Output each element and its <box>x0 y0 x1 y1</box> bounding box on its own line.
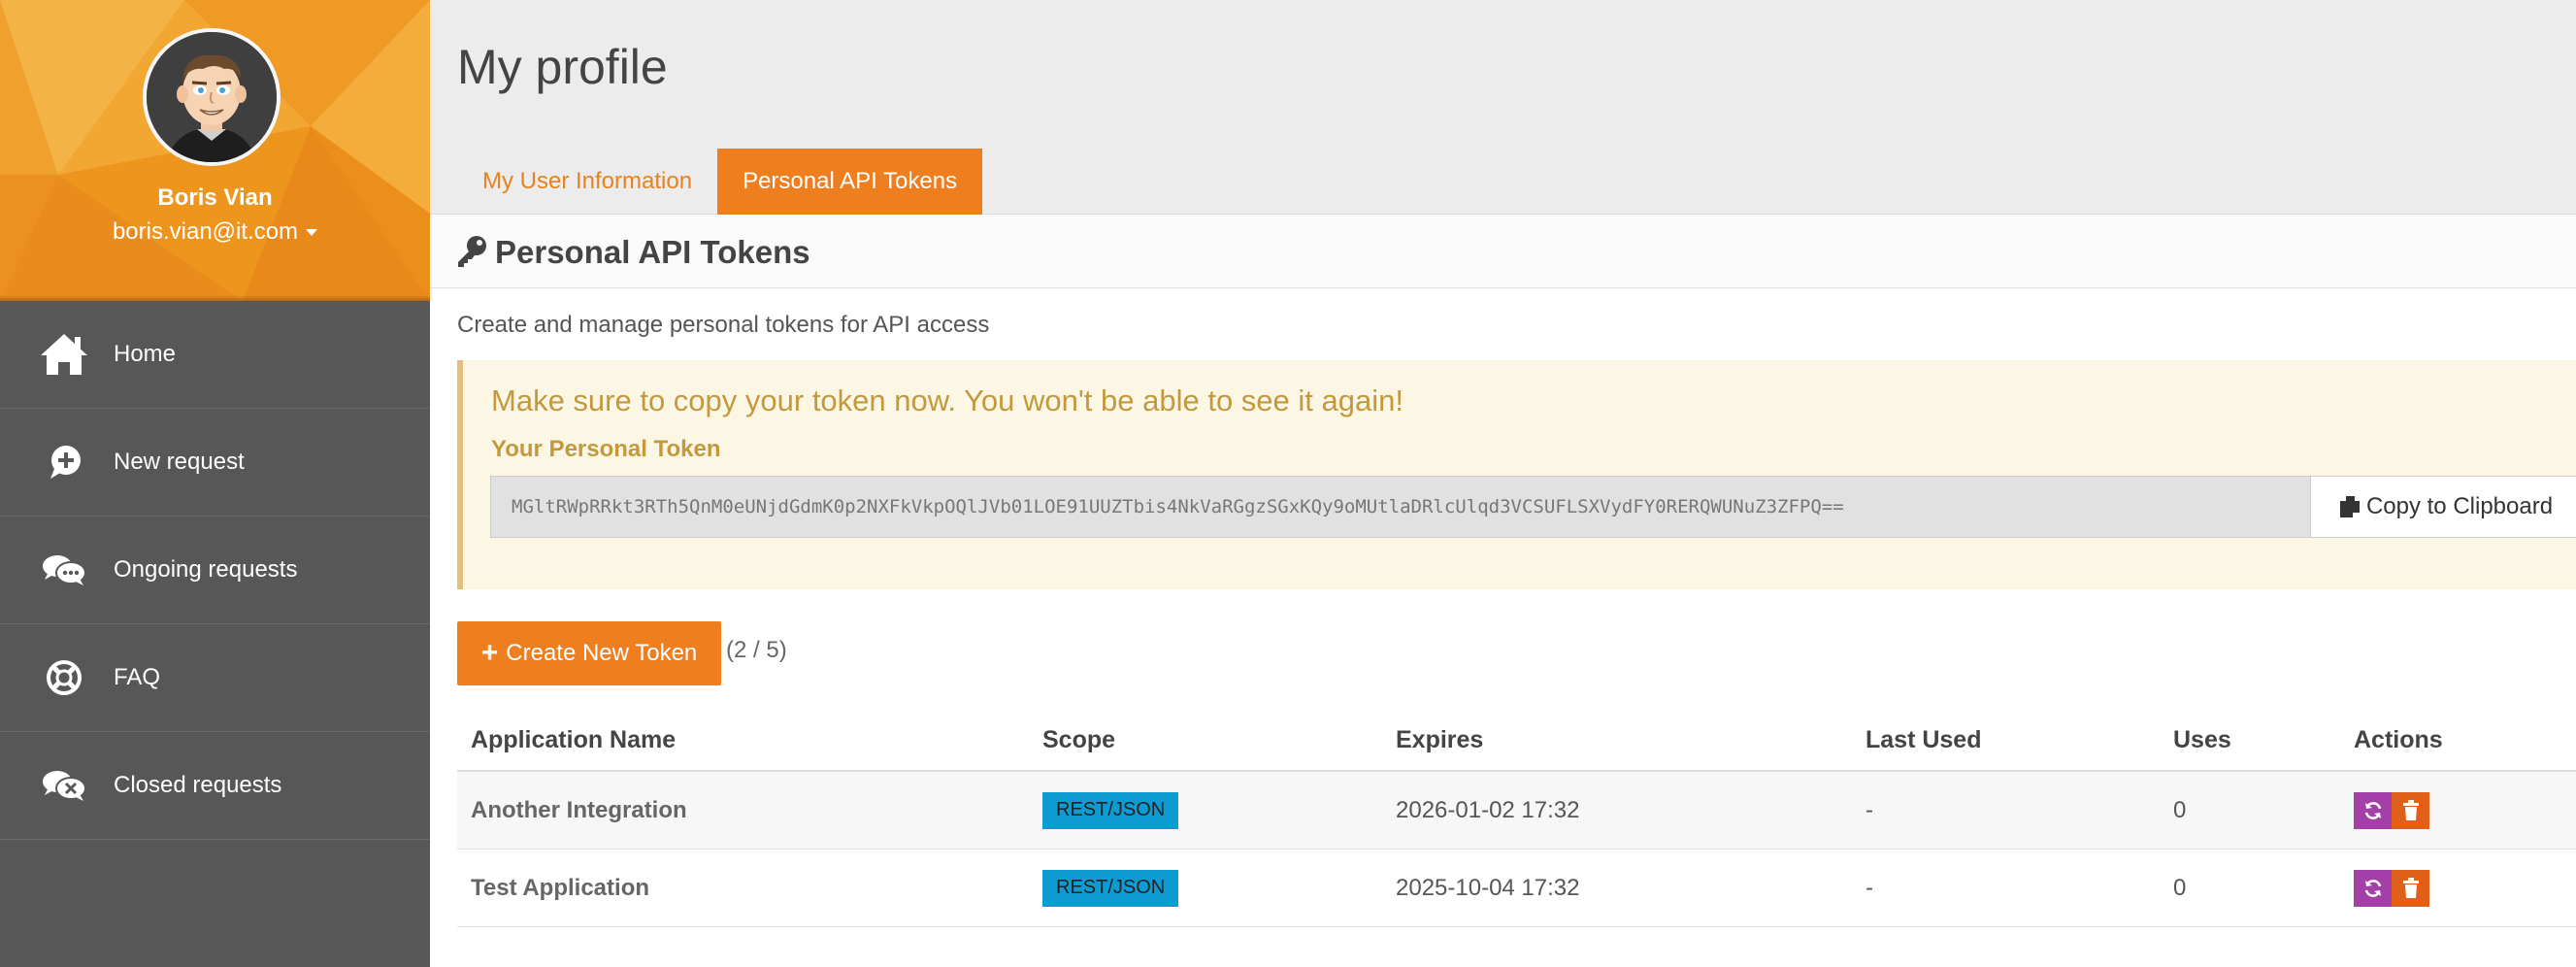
regenerate-token-button[interactable] <box>2354 791 2392 829</box>
main-content: My profile My User Information Personal … <box>430 0 2576 967</box>
copy-to-clipboard-button[interactable]: Copy to Clipboard <box>2310 476 2576 538</box>
user-name: Boris Vian <box>157 184 273 211</box>
column-header-scope: Scope <box>1042 726 1116 753</box>
column-header-last-used: Last Used <box>1866 726 1982 753</box>
user-menu-toggle[interactable]: boris.vian@it.com <box>0 218 430 246</box>
nav-item-new-request[interactable]: New request <box>0 409 430 517</box>
scope-badge: REST/JSON <box>1042 869 1179 907</box>
nav-item-faq[interactable]: FAQ <box>0 624 430 732</box>
chat-bubbles-icon <box>39 548 89 592</box>
nav-item-closed-requests[interactable]: Closed requests <box>0 732 430 840</box>
trash-icon <box>2402 799 2419 820</box>
sidebar: Boris Vian boris.vian@it.com Home New re… <box>0 0 430 967</box>
nav-label: Ongoing requests <box>114 556 298 583</box>
home-icon <box>39 332 89 377</box>
nav-label: Closed requests <box>114 772 282 798</box>
closed-bubbles-icon <box>39 763 89 808</box>
table-header: Application Name Scope Expires Last Used… <box>457 709 2576 772</box>
alert-title: Make sure to copy your token now. You wo… <box>491 383 1404 417</box>
nav-item-ongoing-requests[interactable]: Ongoing requests <box>0 517 430 624</box>
application-name: Another Integration <box>471 796 687 823</box>
last-used-value: - <box>1866 796 1873 823</box>
scope-cell: REST/JSON <box>1042 791 1179 829</box>
nav-label: New request <box>114 449 245 475</box>
delete-token-button[interactable] <box>2392 791 2429 829</box>
profile-header: Boris Vian boris.vian@it.com <box>0 0 430 301</box>
token-field[interactable]: MGltRWpRRkt3RTh5QnM0eUNjdGdmK0p2NXFkVkpO… <box>490 476 2310 538</box>
copy-button-label: Copy to Clipboard <box>2365 493 2554 519</box>
section-header: Personal API Tokens <box>430 216 2576 288</box>
tab-personal-api-tokens[interactable]: Personal API Tokens <box>717 149 983 215</box>
last-used-value: - <box>1866 874 1873 901</box>
plus-icon: + <box>480 637 499 669</box>
token-label: Your Personal Token <box>491 436 721 462</box>
copy-icon <box>2339 496 2360 517</box>
token-count: (2 / 5) <box>726 637 787 663</box>
column-header-application-name: Application Name <box>471 726 677 753</box>
tokens-table: Application Name Scope Expires Last Used… <box>457 709 2576 927</box>
expires-value: 2026-01-02 17:32 <box>1396 796 1580 823</box>
nav-item-home[interactable]: Home <box>0 301 430 409</box>
scope-cell: REST/JSON <box>1042 869 1179 907</box>
page-header: My profile My User Information Personal … <box>430 0 2576 215</box>
delete-token-button[interactable] <box>2392 869 2429 907</box>
refresh-icon <box>2364 879 2381 897</box>
key-icon <box>455 234 488 274</box>
create-new-token-button[interactable]: + Create New Token <box>457 621 721 685</box>
user-email: boris.vian@it.com <box>112 218 299 245</box>
avatar[interactable] <box>143 28 281 166</box>
section-title: Personal API Tokens <box>495 234 810 270</box>
nav-label: Home <box>114 341 177 367</box>
application-name: Test Application <box>471 874 650 901</box>
trash-icon <box>2402 877 2419 898</box>
table-row: Test Application REST/JSON 2025-10-04 17… <box>457 850 2576 927</box>
refresh-icon <box>2364 801 2381 819</box>
regenerate-token-button[interactable] <box>2354 869 2392 907</box>
lifebuoy-icon <box>39 655 89 700</box>
plus-bubble-icon <box>39 440 89 484</box>
sidebar-nav: Home New request Ongoing requests FAQ Cl… <box>0 301 430 840</box>
tab-user-information[interactable]: My User Information <box>457 149 717 215</box>
column-header-actions: Actions <box>2354 726 2443 753</box>
section-description: Create and manage personal tokens for AP… <box>457 312 990 338</box>
expires-value: 2025-10-04 17:32 <box>1396 874 1580 901</box>
column-header-uses: Uses <box>2173 726 2231 753</box>
table-row: Another Integration REST/JSON 2026-01-02… <box>457 772 2576 850</box>
row-actions <box>2354 869 2429 907</box>
caret-down-icon <box>306 229 318 237</box>
profile-tabs: My User Information Personal API Tokens <box>457 149 983 215</box>
scope-badge: REST/JSON <box>1042 791 1179 829</box>
row-actions <box>2354 791 2429 829</box>
uses-value: 0 <box>2173 796 2187 823</box>
token-alert: Make sure to copy your token now. You wo… <box>457 360 2576 589</box>
uses-value: 0 <box>2173 874 2187 901</box>
create-button-label: Create New Token <box>506 640 698 666</box>
column-header-expires: Expires <box>1396 726 1484 753</box>
nav-label: FAQ <box>114 664 161 690</box>
page-title: My profile <box>457 40 668 94</box>
